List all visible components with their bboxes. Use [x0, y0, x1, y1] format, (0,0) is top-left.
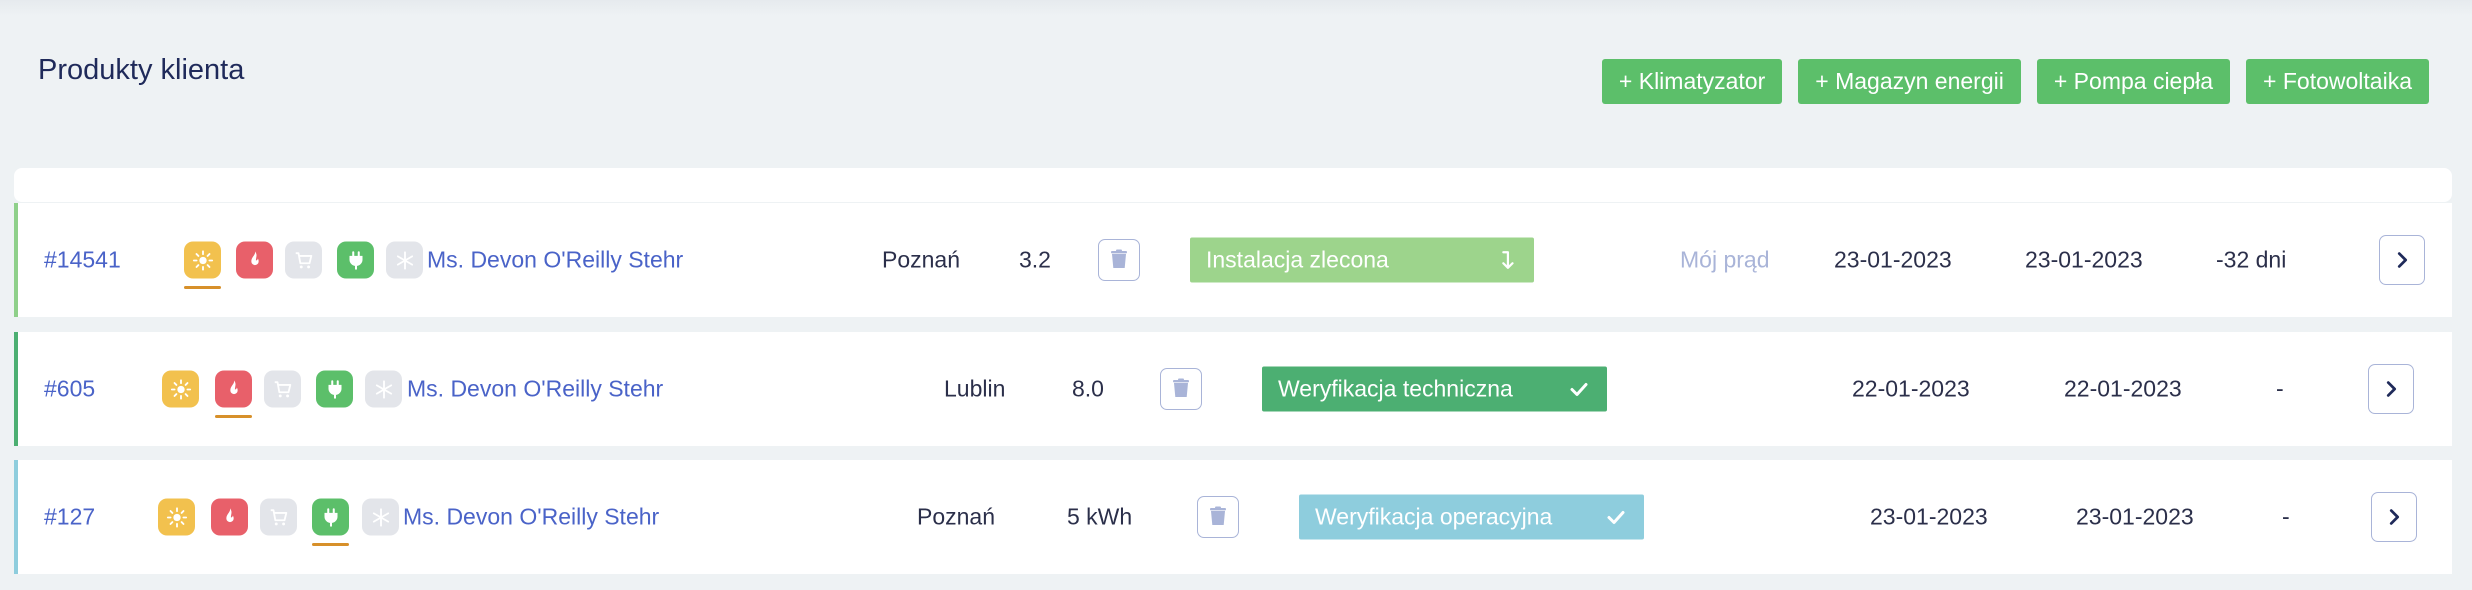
- days-remaining: -: [2276, 375, 2284, 402]
- status-label: Weryfikacja operacyjna: [1315, 503, 1553, 530]
- client-name-link[interactable]: Ms. Devon O'Reilly Stehr: [407, 376, 663, 403]
- page-title: Produkty klienta: [38, 54, 245, 86]
- chevron-right-icon[interactable]: [2368, 364, 2414, 414]
- city: Poznań: [917, 503, 996, 530]
- table-row: #605 Ms. Devon O'Reilly Stehr Lublin 8.0 Wer…: [14, 332, 2452, 446]
- active-product-underline: [184, 286, 221, 289]
- date-updated: 23-01-2023: [2025, 246, 2143, 273]
- snowflake-icon[interactable]: [362, 498, 399, 536]
- flame-icon[interactable]: [236, 241, 273, 279]
- date-created: 22-01-2023: [1852, 375, 1970, 402]
- date-updated: 22-01-2023: [2064, 375, 2182, 402]
- table-row: #14541 Ms. Devon O'Reilly Stehr Poznań 3.2 I…: [14, 203, 2452, 317]
- top-shadow: [0, 0, 2472, 16]
- active-product-underline: [312, 543, 349, 546]
- arrow-down-icon: [1496, 248, 1518, 272]
- date-created: 23-01-2023: [1870, 503, 1988, 530]
- city: Lublin: [944, 375, 1006, 402]
- row-status-accent: [14, 460, 18, 574]
- sun-icon[interactable]: [158, 498, 195, 536]
- snowflake-icon[interactable]: [386, 241, 423, 279]
- status-badge[interactable]: Instalacja zlecona: [1190, 237, 1534, 283]
- days-remaining: -: [2282, 503, 2290, 530]
- status-label: Instalacja zlecona: [1206, 246, 1389, 273]
- city: Poznań: [882, 246, 961, 273]
- product-value: 8.0: [1072, 375, 1104, 402]
- trash-icon[interactable]: [1197, 496, 1239, 538]
- add-product-actions: + Klimatyzator + Magazyn energii + Pompa…: [1601, 59, 2429, 104]
- status-badge[interactable]: Weryfikacja operacyjna: [1299, 494, 1644, 540]
- date-updated: 23-01-2023: [2076, 503, 2194, 530]
- cart-icon[interactable]: [285, 241, 322, 279]
- status-label: Weryfikacja techniczna: [1278, 375, 1513, 402]
- check-icon: [1604, 505, 1628, 529]
- add-energy-storage-button[interactable]: + Magazyn energii: [1798, 59, 2021, 104]
- product-value: 3.2: [1019, 246, 1051, 273]
- row-status-accent: [14, 332, 18, 446]
- row-status-accent: [14, 203, 18, 317]
- add-heat-pump-button[interactable]: + Pompa ciepła: [2036, 59, 2231, 104]
- client-name-link[interactable]: Ms. Devon O'Reilly Stehr: [403, 504, 659, 531]
- date-created: 23-01-2023: [1834, 246, 1952, 273]
- flame-icon[interactable]: [215, 370, 252, 408]
- sun-icon[interactable]: [184, 241, 221, 279]
- trash-icon[interactable]: [1160, 368, 1202, 410]
- active-product-underline: [215, 415, 252, 418]
- product-id-link[interactable]: #605: [44, 376, 95, 403]
- chevron-right-icon[interactable]: [2379, 235, 2425, 285]
- product-value: 5 kWh: [1067, 503, 1133, 530]
- chevron-right-icon[interactable]: [2371, 492, 2417, 542]
- plug-icon[interactable]: [316, 370, 353, 408]
- flame-icon[interactable]: [211, 498, 248, 536]
- snowflake-icon[interactable]: [365, 370, 402, 408]
- product-id-link[interactable]: #14541: [44, 247, 121, 274]
- plug-icon[interactable]: [337, 241, 374, 279]
- status-badge[interactable]: Weryfikacja techniczna: [1262, 366, 1607, 412]
- products-table-header: [14, 168, 2452, 202]
- trash-icon[interactable]: [1098, 239, 1140, 281]
- client-name-link[interactable]: Ms. Devon O'Reilly Stehr: [427, 247, 683, 274]
- add-photovoltaics-button[interactable]: + Fotowoltaika: [2246, 59, 2429, 104]
- days-remaining: -32 dni: [2216, 246, 2287, 273]
- add-air-conditioner-button[interactable]: + Klimatyzator: [1601, 59, 1783, 104]
- table-row: #127 Ms. Devon O'Reilly Stehr Poznań 5 kWh W…: [14, 460, 2452, 574]
- plug-icon[interactable]: [312, 498, 349, 536]
- cart-icon[interactable]: [264, 370, 301, 408]
- sun-icon[interactable]: [162, 370, 199, 408]
- product-id-link[interactable]: #127: [44, 504, 95, 531]
- check-icon: [1567, 377, 1591, 401]
- cart-icon[interactable]: [260, 498, 297, 536]
- program-name: Mój prąd: [1680, 246, 1770, 273]
